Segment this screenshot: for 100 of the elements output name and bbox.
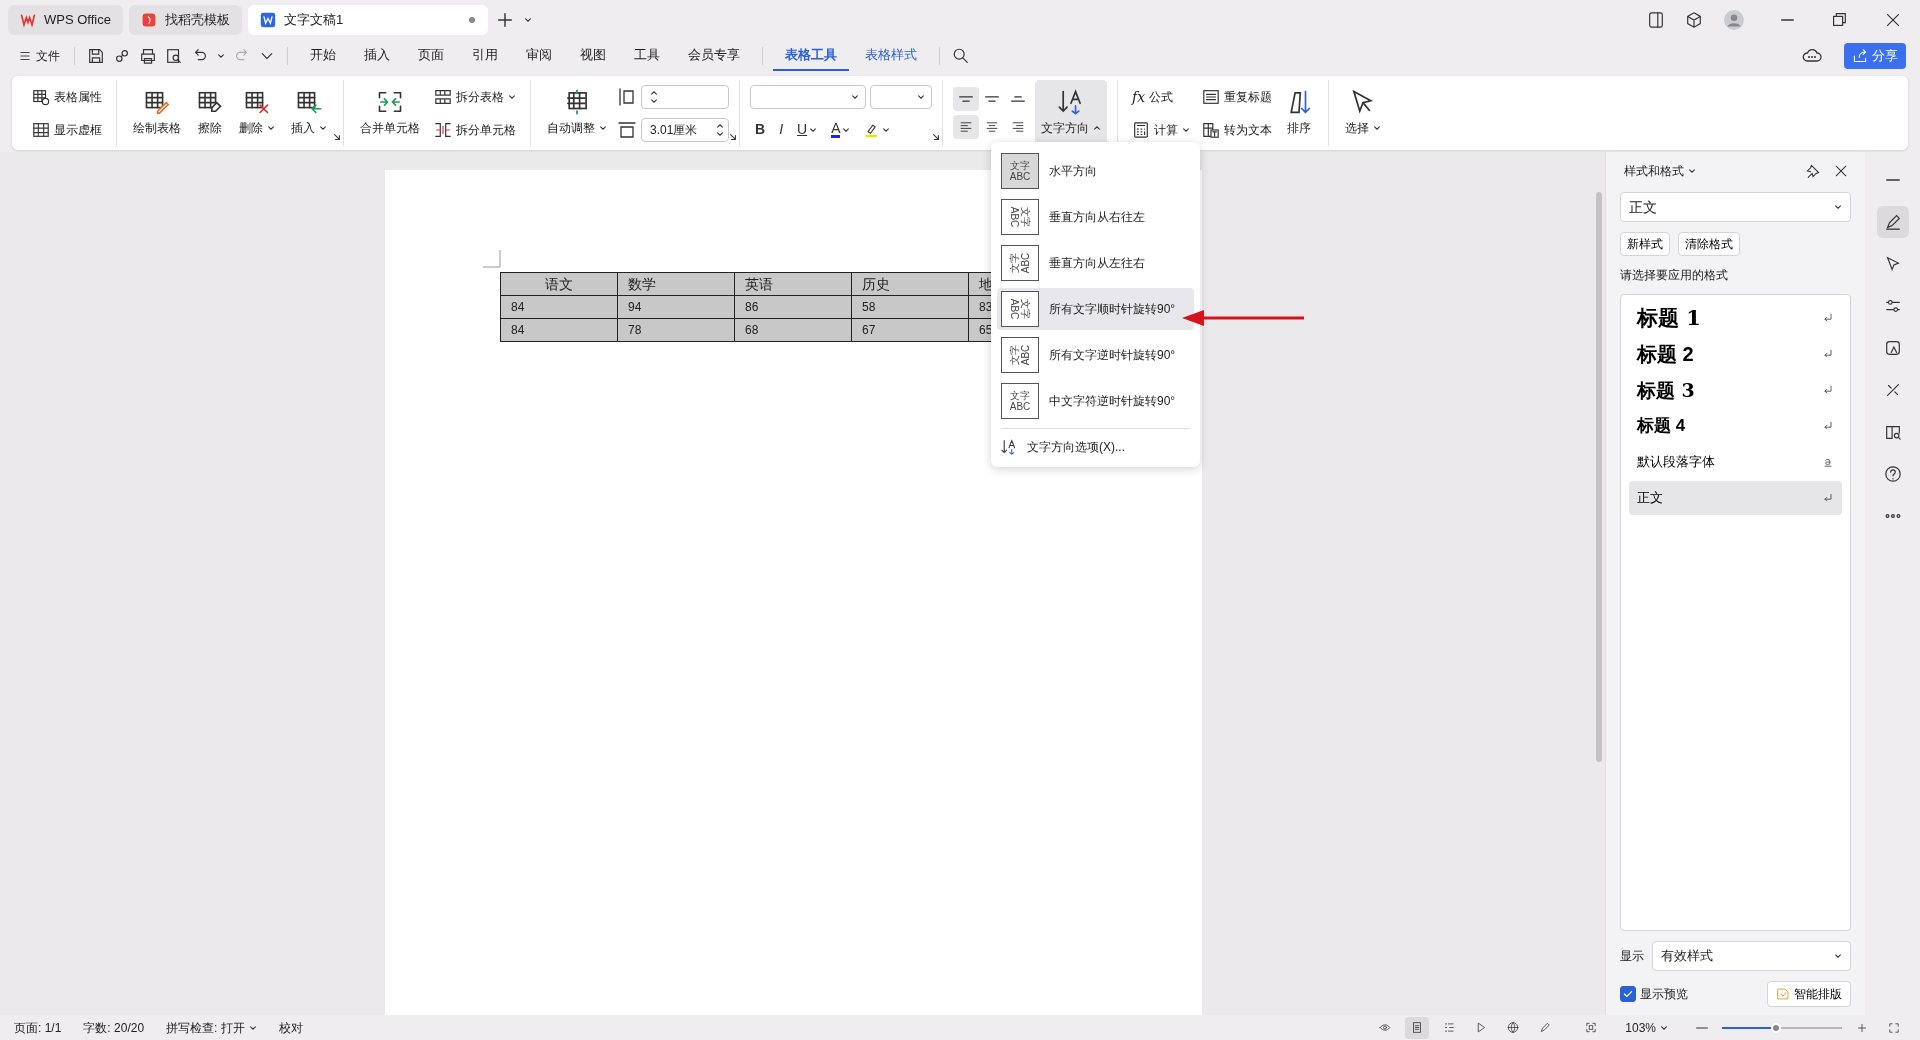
document-tab[interactable]: WPS Office (8, 5, 123, 35)
text-direction-options-item[interactable]: 文字方向选项(X)... (997, 435, 1194, 459)
help-icon (1883, 465, 1902, 483)
caret-down-icon (1688, 167, 1696, 175)
user-avatar-button[interactable] (1721, 7, 1747, 33)
ribbon-button[interactable]: 擦除 (191, 80, 229, 146)
table-delete-icon (244, 89, 270, 115)
style-item[interactable]: 标题 1 (1629, 301, 1842, 335)
ribbon-button[interactable]: 合并单元格 (354, 80, 426, 146)
text-direction-option[interactable]: 文字 ABC 垂直方向从右往左 (997, 196, 1194, 238)
ribbon-tab[interactable]: 会员专享 (676, 41, 752, 71)
format-button[interactable]: A (826, 118, 856, 142)
align-bottom-icon (1011, 96, 1025, 102)
link-icon (113, 47, 131, 65)
text-direction-option[interactable]: 文字 ABC 所有文字顺时针旋转90° (997, 288, 1194, 330)
style-action-button[interactable]: 清除格式 (1678, 232, 1740, 256)
current-style-dropdown[interactable]: 正文 (1620, 192, 1851, 222)
style-item[interactable]: 标题 2 (1629, 337, 1842, 371)
ribbon-button[interactable]: 插入 (285, 80, 333, 146)
caret-down-icon (599, 124, 607, 132)
zoom-level-menu[interactable]: 103% (1625, 1018, 1668, 1037)
format-button[interactable]: B (750, 118, 771, 142)
ribbon-button[interactable]: 排序 (1280, 80, 1318, 146)
scrollbar-thumb[interactable] (1596, 192, 1602, 762)
pen-icon (1539, 1020, 1552, 1035)
preview-checkbox[interactable]: 显示预览 (1620, 985, 1688, 1003)
caret-down-icon (882, 125, 891, 134)
restore-icon (1830, 11, 1848, 29)
table-insert-icon (296, 89, 322, 115)
size-field[interactable] (641, 84, 729, 109)
align-button[interactable] (953, 115, 979, 139)
file-menu[interactable]: 文件 (14, 45, 64, 67)
ribbon-tab[interactable]: 表格样式 (853, 41, 929, 71)
ribbon-tab[interactable]: 开始 (298, 41, 348, 71)
proofread-button[interactable]: 校对 (278, 1018, 303, 1037)
ribbon-tab[interactable]: 工具 (622, 41, 672, 71)
ribbon-tab[interactable]: 视图 (568, 41, 618, 71)
ribbon-button[interactable]: 自动调整 (541, 80, 613, 146)
style-item[interactable]: 标题 4 (1629, 409, 1842, 443)
table-settings-icon (32, 87, 50, 106)
ribbon-tab[interactable]: 表格工具 (773, 41, 849, 71)
show-filter-dropdown[interactable]: 有效样式 (1652, 941, 1851, 971)
document-tab[interactable]: 找稻壳模板 (128, 5, 242, 35)
side-tool-button[interactable] (1876, 206, 1909, 238)
share-icon (1852, 48, 1868, 64)
calculator-icon (1132, 121, 1150, 140)
ribbon-tab[interactable]: 页面 (406, 41, 456, 71)
ribbon-tab[interactable]: 审阅 (514, 41, 564, 71)
ribbon-button[interactable]: 重复标题 (1198, 85, 1276, 108)
share-button[interactable]: 分享 (1844, 43, 1906, 69)
document-tab[interactable]: 文字文稿1 (247, 5, 488, 35)
caret-down-icon (319, 124, 327, 132)
align-button[interactable] (953, 87, 979, 111)
style-item[interactable]: 正文 (1629, 481, 1842, 515)
fit-page-icon (1585, 1020, 1598, 1035)
caret-down-icon (1834, 203, 1842, 211)
smart-layout-button[interactable]: 智能排版 (1767, 981, 1851, 1007)
ribbon-button[interactable]: 绘制表格 (127, 80, 187, 146)
text-direction-preview: 文字 ABC (1001, 245, 1039, 281)
zoom-slider-thumb[interactable] (1771, 1022, 1781, 1033)
ribbon-button[interactable]: 显示虚框 (28, 118, 106, 141)
format-button[interactable]: U (792, 118, 823, 142)
ribbon-button[interactable]: fx 公式 (1128, 84, 1194, 110)
spell-check-menu[interactable]: 拼写检查: 打开 (166, 1018, 257, 1037)
ribbon-button[interactable]: 删除 (233, 80, 281, 146)
ribbon-button[interactable]: 选择 (1339, 80, 1387, 146)
ribbon-tab[interactable]: 插入 (352, 41, 402, 71)
text-direction-icon (1058, 89, 1084, 115)
text-direction-preview: 文字 ABC (1001, 153, 1039, 189)
style-item[interactable]: 默认段落字体 (1629, 445, 1842, 479)
format-button[interactable]: I (774, 118, 788, 142)
caret-down-icon (842, 125, 851, 134)
repeat-header-icon (1202, 87, 1220, 106)
style-prompt: 请选择要应用的格式 (1620, 267, 1729, 284)
ribbon-button[interactable]: 拆分表格 (430, 85, 520, 108)
table-cell: 78 (617, 318, 735, 342)
style-item[interactable]: 标题 3 (1629, 373, 1842, 407)
ribbon-button[interactable]: 计算 (1128, 119, 1194, 142)
align-middle-icon (985, 96, 999, 102)
ribbon-button[interactable]: 拆分单元格 (430, 118, 520, 141)
caret-down-icon (1834, 952, 1842, 960)
text-direction-option[interactable]: 文字 ABC 水平方向 (997, 150, 1194, 192)
outline-icon (1443, 1020, 1456, 1035)
size-field[interactable]: 3.01厘米 (641, 117, 729, 142)
book-search-icon (1883, 423, 1902, 441)
style-action-button[interactable]: 新样式 (1620, 232, 1670, 256)
checkbox[interactable] (1620, 986, 1636, 1002)
save-icon (87, 47, 105, 65)
caret-up-icon (650, 88, 658, 97)
panel-title-menu[interactable]: 样式和格式 (1620, 160, 1700, 182)
ribbon-button[interactable]: 表格属性 (28, 85, 106, 108)
align-top-icon (959, 96, 973, 102)
text-direction-option[interactable]: 文字 ABC 中文字符逆时针旋转90° (997, 380, 1194, 422)
ribbon-tab[interactable]: 引用 (460, 41, 510, 71)
ribbon-button[interactable]: 转为文本 (1198, 118, 1276, 141)
caret-down-icon (508, 92, 516, 101)
dashed-grid-icon (32, 120, 50, 139)
page-view-icon (1411, 1020, 1424, 1035)
view-button[interactable] (1405, 1016, 1430, 1039)
caret-down-icon (217, 52, 225, 60)
